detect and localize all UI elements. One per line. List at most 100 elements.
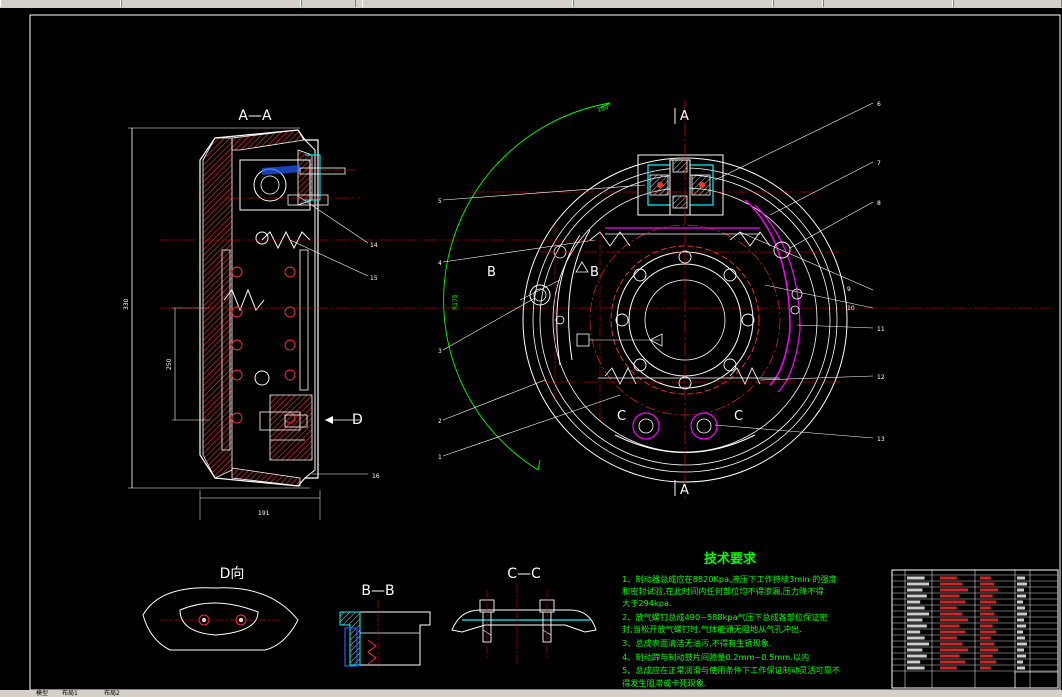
table-cell xyxy=(980,624,993,628)
toolbar-segment[interactable] xyxy=(572,0,774,7)
table-cell xyxy=(980,666,991,670)
toolbar-segment[interactable] xyxy=(362,0,574,7)
tech-note-line: 3、总成表面清洁无油污,不得有生锈现象. xyxy=(622,638,772,648)
table-cell xyxy=(940,582,963,586)
table-cell xyxy=(980,600,997,604)
table-cell xyxy=(1017,642,1027,646)
marker-b-left: B xyxy=(487,265,496,280)
table-cell xyxy=(940,588,968,592)
table-cell xyxy=(980,630,997,634)
marker-c-left: C xyxy=(617,409,626,424)
section-bb-title: B—B xyxy=(361,583,394,599)
dim-arc-label: R175 xyxy=(452,294,459,310)
leader-label: 10 xyxy=(847,305,855,312)
table-cell xyxy=(1017,618,1024,622)
toolbar-segment[interactable] xyxy=(120,0,302,7)
table-cell xyxy=(907,666,925,670)
leader-label: 3 xyxy=(438,348,442,355)
leader-label: 2 xyxy=(438,418,442,425)
layout-tabs-bar: 模型 布局1 布局2 xyxy=(0,690,1062,697)
table-cell xyxy=(1017,624,1026,628)
toolbar-segment[interactable] xyxy=(772,0,824,7)
table-cell xyxy=(940,660,966,664)
table-cell xyxy=(940,642,963,646)
table-cell xyxy=(980,576,991,580)
leader-label: 7 xyxy=(877,160,881,167)
table-cell xyxy=(907,588,923,592)
table-cell xyxy=(940,618,968,622)
tab-layout-1[interactable]: 布局1 xyxy=(62,690,78,697)
section-aa-view: A—A 330 250 191 D 14 15 16 xyxy=(123,108,1050,520)
leader-label: 8 xyxy=(877,200,881,207)
table-cell xyxy=(940,636,957,640)
leader-label: 4 xyxy=(438,260,442,267)
table-cell xyxy=(907,606,925,610)
tech-note-line: 5、总成应在正常润滑与使用条件下工作保证制动灵活可靠不 xyxy=(622,665,840,675)
section-bb: B—B xyxy=(339,583,431,670)
table-cell xyxy=(907,582,929,586)
leader-label: 13 xyxy=(877,436,885,443)
table-cell xyxy=(1017,648,1024,652)
table-cell xyxy=(1017,576,1025,580)
table-cell xyxy=(907,660,921,664)
tab-layout-2[interactable]: 布局2 xyxy=(104,690,120,697)
leader-label: 6 xyxy=(877,101,881,108)
table-cell xyxy=(907,576,925,580)
section-cc-title: C—C xyxy=(507,566,541,582)
table-cell xyxy=(940,624,960,628)
marker-a-top: A xyxy=(680,109,689,124)
table-cell xyxy=(1017,612,1027,616)
table-cell xyxy=(940,612,963,616)
tech-note-line: 封,当松开放气螺钉时,气体能通无阻地从气孔冲出. xyxy=(622,624,802,634)
leader-label: 1 xyxy=(438,454,442,461)
table-cell xyxy=(980,582,995,586)
table-cell xyxy=(940,654,960,658)
table-cell xyxy=(980,618,998,622)
table-cell xyxy=(907,594,927,598)
marker-d: D xyxy=(352,412,363,428)
table-cell xyxy=(907,636,925,640)
toolbar-segment[interactable] xyxy=(822,0,954,7)
section-aa-title: A—A xyxy=(238,108,272,124)
table-cell xyxy=(1017,600,1023,604)
tech-note-line: 大于294kpa. xyxy=(622,598,672,608)
app-top-toolbar xyxy=(0,0,1062,8)
marker-a-bottom: A xyxy=(680,483,689,498)
toolbar-segment[interactable] xyxy=(300,0,356,7)
toolbar-segment[interactable] xyxy=(0,0,122,7)
section-cc: C—C xyxy=(451,566,597,665)
marker-b-right: B xyxy=(590,265,599,280)
table-cell xyxy=(940,594,960,598)
table-cell xyxy=(907,642,929,646)
leader-label: 12 xyxy=(877,374,885,381)
table-cell xyxy=(907,600,921,604)
tech-note-line: 1、制动器总成应在8820Kpa,液压下工作持续3min 的强度 xyxy=(622,574,837,584)
drawing-canvas[interactable]: A—A 330 250 191 D 14 15 16 180° R175 A A… xyxy=(0,8,1062,692)
dim-overall-height: 330 xyxy=(123,298,130,310)
view-d: D向 xyxy=(142,566,299,651)
dim-hub-height: 250 xyxy=(166,358,173,370)
table-cell xyxy=(940,666,957,670)
leader-label: 16 xyxy=(372,473,380,480)
toolbar-segment[interactable] xyxy=(952,0,1062,7)
table-cell xyxy=(980,660,997,664)
table-cell xyxy=(1017,630,1023,634)
table-cell xyxy=(1017,666,1025,670)
tab-model[interactable]: 模型 xyxy=(36,690,48,697)
dim-arc: 180° xyxy=(596,103,612,114)
table-cell xyxy=(940,606,957,610)
table-cell xyxy=(1017,582,1027,586)
table-cell xyxy=(980,636,991,640)
tech-requirements: 技术要求 1、制动器总成应在8820Kpa,液压下工作持续3min 的强度 和密… xyxy=(622,551,840,688)
table-cell xyxy=(940,648,968,652)
table-cell xyxy=(940,600,966,604)
tech-note-line: 得发生阻滞或卡死现象. xyxy=(622,678,706,688)
drawing-frame xyxy=(29,14,1061,691)
leader-label: 5 xyxy=(438,198,442,205)
table-cell xyxy=(907,654,927,658)
table-cell xyxy=(980,642,995,646)
table-cell xyxy=(980,612,995,616)
table-cell xyxy=(980,648,998,652)
leader-label: 14 xyxy=(370,242,378,249)
table-cell xyxy=(980,594,993,598)
